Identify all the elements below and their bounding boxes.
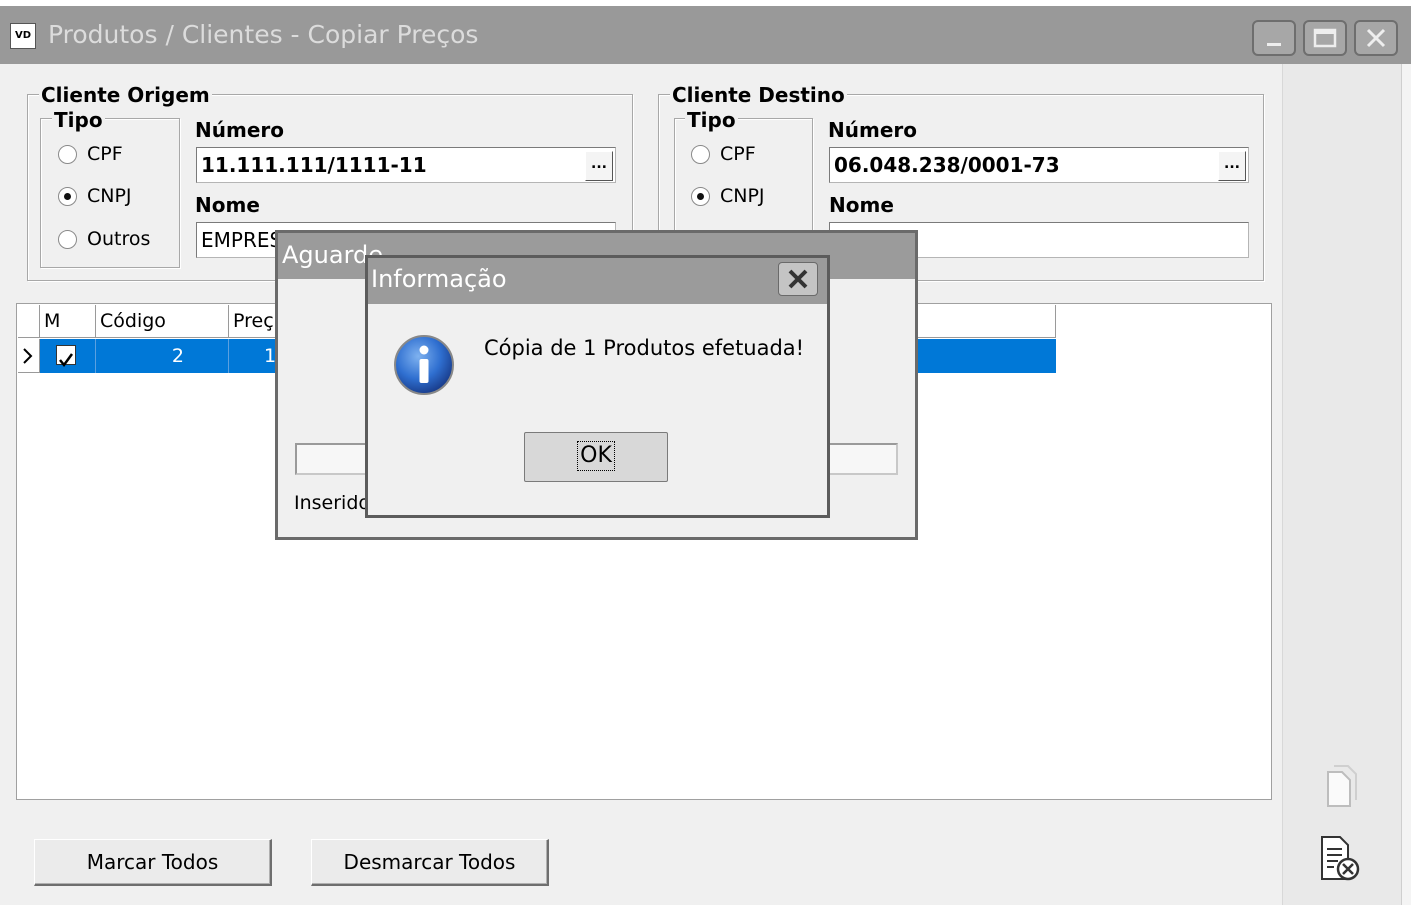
aguarde-status-text: Inserido xyxy=(294,492,371,514)
origem-nome-label: Nome xyxy=(195,193,260,217)
window-border xyxy=(1401,64,1411,905)
radio-label: Outros xyxy=(87,228,151,250)
destino-search-button[interactable]: ... xyxy=(1218,151,1246,181)
radio-label: CNPJ xyxy=(720,185,765,207)
radio-indicator[interactable] xyxy=(58,145,77,164)
column-header-m[interactable]: M xyxy=(40,305,96,338)
cliente-origem-label: Cliente Origem xyxy=(39,83,212,107)
app-icon[interactable]: VD xyxy=(10,23,36,49)
radio-label: CPF xyxy=(87,143,123,165)
radio-indicator[interactable] xyxy=(58,187,77,206)
radio-indicator[interactable] xyxy=(58,230,77,249)
destino-radio-cpf[interactable]: CPF xyxy=(691,143,756,165)
row-indicator[interactable] xyxy=(18,339,40,373)
info-close-button[interactable] xyxy=(778,262,818,296)
origem-radio-outros[interactable]: Outros xyxy=(58,228,150,250)
destino-tipo-label: Tipo xyxy=(685,108,738,132)
document-cancel-icon[interactable] xyxy=(1316,835,1364,885)
close-icon xyxy=(1366,28,1386,48)
close-icon xyxy=(788,269,808,289)
column-header-codigo[interactable]: Código xyxy=(96,305,229,338)
cell-codigo[interactable]: 2 xyxy=(96,339,229,373)
radio-label: CNPJ xyxy=(87,185,132,207)
destino-numero-label: Número xyxy=(828,118,917,142)
ok-button[interactable]: OK xyxy=(524,432,668,482)
copy-icon[interactable] xyxy=(1318,762,1362,810)
destino-radio-cnpj[interactable]: CNPJ xyxy=(691,185,765,207)
origem-radio-cnpj[interactable]: CNPJ xyxy=(58,185,132,207)
cliente-destino-label: Cliente Destino xyxy=(670,83,847,107)
ok-button-label: OK xyxy=(577,441,615,471)
destino-numero-field[interactable]: 06.048.238/0001-73 xyxy=(829,147,1249,183)
check-icon xyxy=(59,353,74,368)
minimize-button[interactable] xyxy=(1252,20,1296,56)
destino-nome-label: Nome xyxy=(829,193,894,217)
origem-numero-label: Número xyxy=(195,118,284,142)
radio-indicator[interactable] xyxy=(691,187,710,206)
marcar-todos-button[interactable]: Marcar Todos xyxy=(34,839,272,886)
minimize-icon xyxy=(1267,43,1281,46)
grid-corner xyxy=(18,305,40,338)
desmarcar-todos-button[interactable]: Desmarcar Todos xyxy=(311,839,549,886)
maximize-icon xyxy=(1313,28,1337,48)
radio-indicator[interactable] xyxy=(691,145,710,164)
information-icon xyxy=(392,333,456,397)
origem-search-button[interactable]: ... xyxy=(585,151,613,181)
origem-numero-field[interactable]: 11.111.111/1111-11 xyxy=(196,147,616,183)
close-window-button[interactable] xyxy=(1354,20,1398,56)
window-title: Produtos / Clientes - Copiar Preços xyxy=(48,20,479,49)
current-row-arrow-icon xyxy=(23,348,33,364)
info-title: Informação xyxy=(371,265,507,293)
info-message: Cópia de 1 Produtos efetuada! xyxy=(484,336,805,360)
origem-tipo-label: Tipo xyxy=(52,108,105,132)
cell-marked[interactable] xyxy=(40,339,96,373)
maximize-button[interactable] xyxy=(1303,20,1347,56)
origem-radio-cpf[interactable]: CPF xyxy=(58,143,123,165)
row-checkbox[interactable] xyxy=(56,345,76,368)
radio-label: CPF xyxy=(720,143,756,165)
